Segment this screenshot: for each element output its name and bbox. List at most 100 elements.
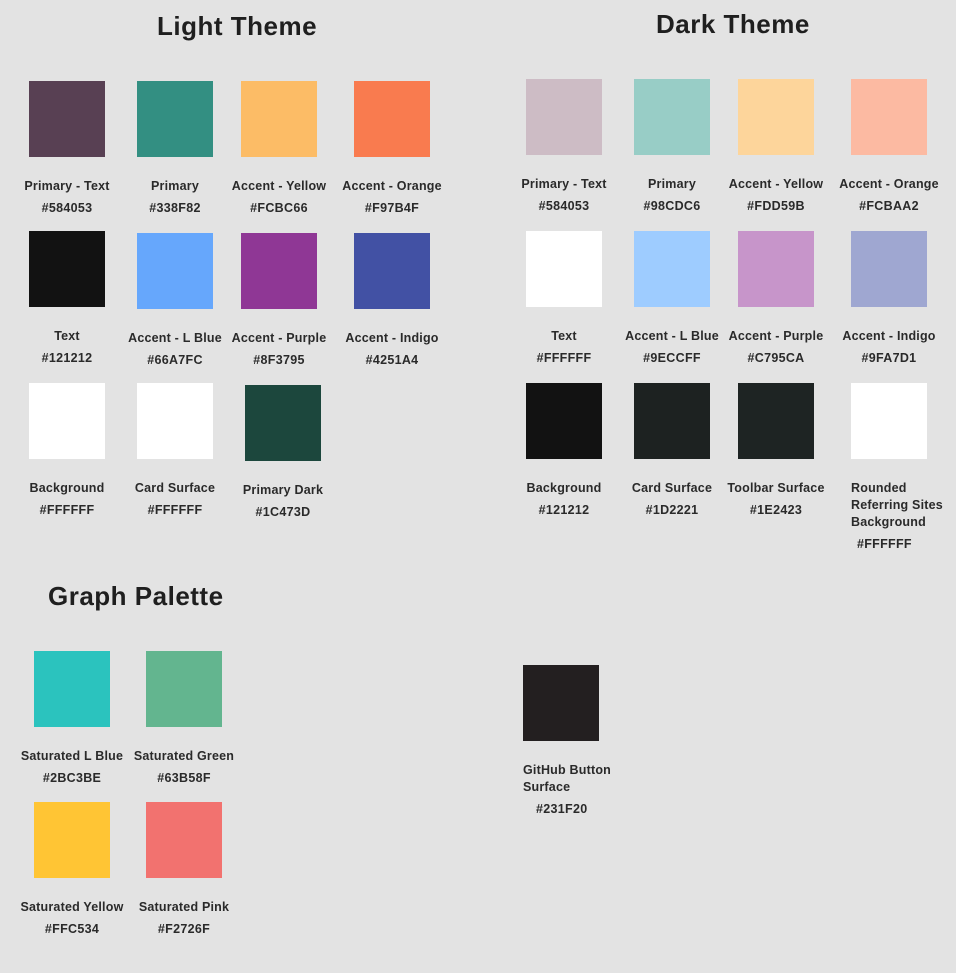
swatch-item: Accent - Yellow #FDD59B <box>721 79 831 213</box>
color-swatch <box>526 79 602 155</box>
swatch-item: Accent - Purple #C795CA <box>721 231 831 365</box>
swatch-item: Accent - Indigo #9FA7D1 <box>834 231 944 365</box>
swatch-label: Accent - L Blue <box>625 329 719 343</box>
color-swatch <box>137 233 213 309</box>
swatch-hex: #98CDC6 <box>643 199 701 213</box>
swatch-item: Accent - Orange #F97B4F <box>337 81 447 215</box>
swatch-hex: #121212 <box>538 503 590 517</box>
swatch-item: Accent - Purple #8F3795 <box>224 233 334 367</box>
swatch-label: Accent - Purple <box>231 331 327 345</box>
color-swatch <box>526 383 602 459</box>
color-swatch <box>523 665 599 741</box>
swatch-label: Accent - Indigo <box>345 331 439 345</box>
swatch-label: Background <box>526 481 602 495</box>
color-swatch <box>241 233 317 309</box>
swatch-item: Card Surface #FFFFFF <box>120 383 230 517</box>
swatch-hex: #FFFFFF <box>536 351 592 365</box>
swatch-label: Accent - Yellow <box>231 179 327 193</box>
swatch-label: Primary - Text <box>521 177 607 191</box>
swatch-hex: #2BC3BE <box>42 771 102 785</box>
swatch-item: Primary Dark #1C473D <box>228 385 338 519</box>
swatch-hex: #4251A4 <box>365 353 419 367</box>
color-swatch <box>738 231 814 307</box>
color-swatch <box>34 651 110 727</box>
swatch-hex: #584053 <box>538 199 590 213</box>
swatch-item: Card Surface #1D2221 <box>617 383 727 517</box>
swatch-item: Accent - L Blue #66A7FC <box>120 233 230 367</box>
swatch-item: Accent - Yellow #FCBC66 <box>224 81 334 215</box>
swatch-item: GitHub Button Surface #231F20 <box>506 665 616 816</box>
swatch-hex: #1E2423 <box>749 503 803 517</box>
swatch-hex: #1C473D <box>255 505 311 519</box>
swatch-label: Saturated Pink <box>138 900 230 914</box>
swatch-item: Saturated Yellow #FFC534 <box>17 802 127 936</box>
dark-theme-heading: Dark Theme <box>656 9 810 39</box>
swatch-label: Accent - L Blue <box>128 331 222 345</box>
swatch-hex: #8F3795 <box>253 353 305 367</box>
swatch-item: Saturated L Blue #2BC3BE <box>17 651 127 785</box>
color-swatch <box>354 233 430 309</box>
swatch-item: Primary - Text #584053 <box>509 79 619 213</box>
swatch-hex: #1D2221 <box>645 503 699 517</box>
swatch-hex: #231F20 <box>536 802 588 816</box>
swatch-item: Primary #338F82 <box>120 81 230 215</box>
color-swatch <box>738 383 814 459</box>
swatch-label: Toolbar Surface <box>727 481 825 495</box>
color-swatch <box>851 383 927 459</box>
swatch-hex: #338F82 <box>149 201 201 215</box>
swatch-hex: #FFFFFF <box>39 503 95 517</box>
swatch-label: Accent - Purple <box>728 329 824 343</box>
swatch-label: Accent - Orange <box>839 177 939 191</box>
swatch-hex: #F97B4F <box>364 201 420 215</box>
swatch-label: Saturated Yellow <box>20 900 124 914</box>
swatch-item: Saturated Pink #F2726F <box>129 802 239 936</box>
swatch-label: Rounded Referring Sites Background <box>851 481 943 529</box>
swatch-label: Primary Dark <box>242 483 324 497</box>
swatch-label: Saturated L Blue <box>20 749 124 763</box>
color-swatch <box>354 81 430 157</box>
swatch-item: Accent - Orange #FCBAA2 <box>834 79 944 213</box>
swatch-label: Primary <box>648 177 696 191</box>
swatch-label: Primary <box>151 179 199 193</box>
color-swatch <box>241 81 317 157</box>
swatch-hex: #FDD59B <box>747 199 805 213</box>
swatch-item: Saturated Green #63B58F <box>129 651 239 785</box>
color-swatch <box>34 802 110 878</box>
color-swatch <box>634 383 710 459</box>
swatch-hex: #63B58F <box>157 771 211 785</box>
color-swatch <box>29 81 105 157</box>
color-swatch <box>851 231 927 307</box>
color-swatch <box>245 385 321 461</box>
swatch-label: Accent - Indigo <box>842 329 936 343</box>
color-swatch <box>851 79 927 155</box>
swatch-item: Text #FFFFFF <box>509 231 619 365</box>
swatch-hex: #9ECCFF <box>643 351 701 365</box>
swatch-hex: #FCBAA2 <box>859 199 919 213</box>
swatch-label: Saturated Green <box>133 749 235 763</box>
color-swatch <box>137 383 213 459</box>
swatch-label: GitHub Button Surface <box>523 763 611 794</box>
color-swatch <box>738 79 814 155</box>
color-swatch <box>634 79 710 155</box>
swatch-item: Accent - L Blue #9ECCFF <box>617 231 727 365</box>
swatch-label: Text <box>551 329 577 343</box>
swatch-item: Background #121212 <box>509 383 619 517</box>
color-swatch <box>146 802 222 878</box>
swatch-item: Background #FFFFFF <box>12 383 122 517</box>
color-swatch <box>29 383 105 459</box>
swatch-hex: #FFFFFF <box>857 537 912 551</box>
color-swatch <box>634 231 710 307</box>
swatch-hex: #C795CA <box>747 351 805 365</box>
swatch-label: Card Surface <box>631 481 713 495</box>
color-swatch <box>146 651 222 727</box>
swatch-hex: #FCBC66 <box>250 201 308 215</box>
swatch-hex: #66A7FC <box>147 353 203 367</box>
swatch-item: Accent - Indigo #4251A4 <box>337 233 447 367</box>
swatch-hex: #FFFFFF <box>147 503 203 517</box>
swatch-label: Text <box>54 329 80 343</box>
swatch-hex: #F2726F <box>157 922 211 936</box>
swatch-hex: #584053 <box>41 201 93 215</box>
swatch-item: Toolbar Surface #1E2423 <box>721 383 831 517</box>
swatch-label: Accent - Yellow <box>728 177 824 191</box>
swatch-item: Rounded Referring Sites Background #FFFF… <box>834 383 944 551</box>
